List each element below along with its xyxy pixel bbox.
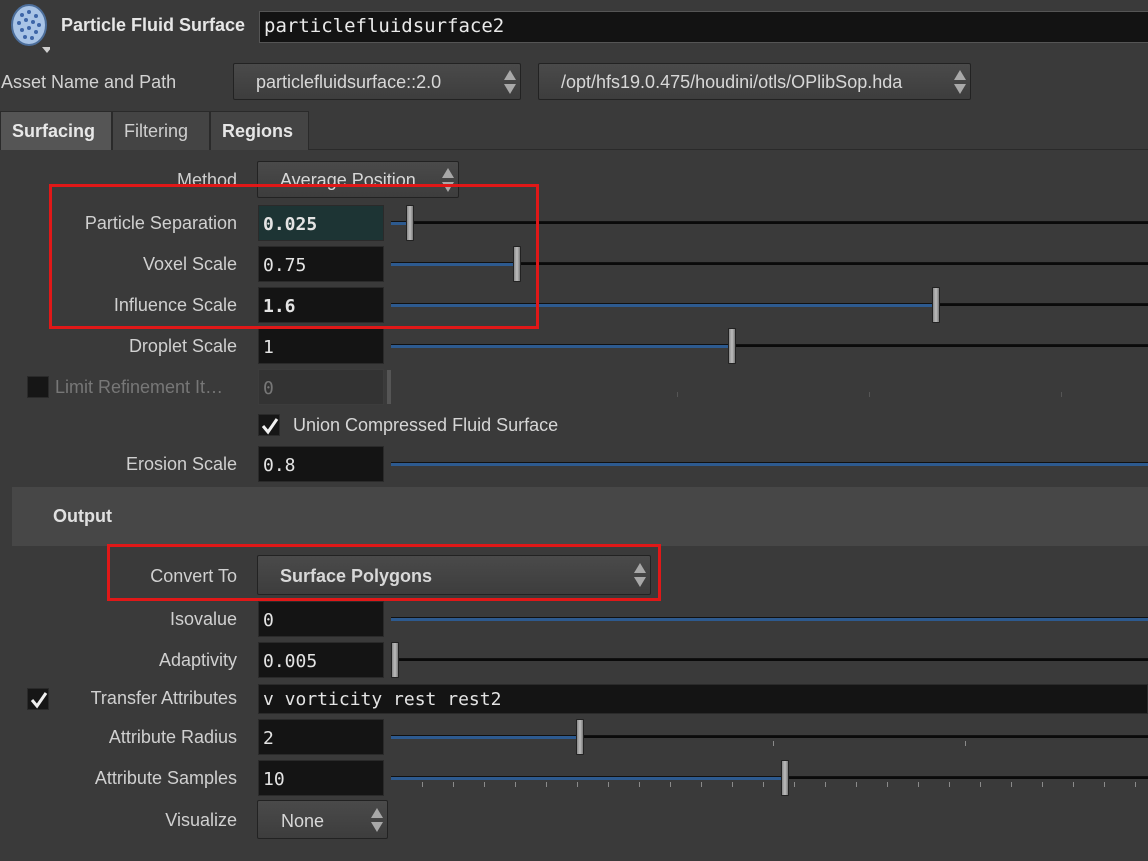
up-down-spinner-icon [952,68,968,96]
slider-tick [546,782,547,787]
asset-path-value: /opt/hfs19.0.475/houdini/otls/OPlibSop.h… [561,72,903,92]
disabled-slider-handle [387,370,391,404]
limit-refinement-label: Limit Refinement It… [55,377,224,397]
visualize-dropdown[interactable]: None [257,800,388,839]
slider-tick [825,782,826,787]
transfer-attributes-field[interactable]: v vorticity rest rest2 [258,684,1148,714]
slider-tick [918,782,919,787]
slider-tick [1104,782,1105,787]
slider-tick [1042,782,1043,787]
adaptivity-label: Adaptivity [158,650,237,670]
checkmark-icon [261,418,279,435]
union-compressed-checkbox[interactable] [258,414,280,436]
transfer-attributes-label: Transfer Attributes [90,688,237,708]
asset-path-dropdown[interactable]: /opt/hfs19.0.475/houdini/otls/OPlibSop.h… [538,63,971,100]
isovalue-slider[interactable] [391,617,1148,621]
slider-tick [1073,782,1074,787]
highlight-box-scale-params [49,184,539,329]
slider-tick [1135,782,1136,787]
slider-tick [608,782,609,787]
slider-handle[interactable] [781,760,789,796]
slider-tick [670,782,671,787]
slider-tick [577,782,578,787]
tab-regions[interactable]: Regions [210,111,309,150]
particle-fluid-node-icon[interactable] [8,3,52,53]
slider-tick [763,782,764,787]
droplet-scale-slider[interactable] [391,328,1148,364]
slider-tick [701,782,702,787]
droplet-scale-label: Droplet Scale [128,336,237,356]
union-compressed-label: Union Compressed Fluid Surface [293,415,559,435]
attribute-radius-ticks [391,741,1148,747]
slider-handle[interactable] [728,328,736,364]
isovalue-label: Isovalue [169,609,237,629]
slider-fill [391,777,785,780]
erosion-scale-slider[interactable] [391,462,1148,466]
slider-tick [484,782,485,787]
node-name-field[interactable]: particlefluidsurface2 [259,11,1148,43]
droplet-scale-field[interactable]: 1 [258,328,384,364]
slider-fill [391,345,732,348]
disabled-slider-ticks [391,392,1148,398]
tab-filtering[interactable]: Filtering [112,111,210,150]
slider-tick [980,782,981,787]
slider-tick [887,782,888,787]
asset-name-dropdown[interactable]: particlefluidsurface::2.0 [233,63,521,100]
slider-tick [1011,782,1012,787]
slider-handle[interactable] [932,287,940,323]
output-section-header[interactable] [12,487,1148,546]
output-section-label: Output [53,506,112,526]
slider-tick [453,782,454,787]
slider-fill [391,736,580,739]
attribute-samples-ticks [391,782,1148,788]
adaptivity-slider[interactable] [391,642,1148,678]
attribute-radius-field[interactable]: 2 [258,719,384,755]
asset-name-and-path-label: Asset Name and Path [1,72,177,92]
limit-refinement-field: 0 [258,369,384,405]
up-down-spinner-icon [502,68,518,96]
asset-name-value: particlefluidsurface::2.0 [256,72,442,92]
visualize-value: None [281,811,325,831]
slider-tick [794,782,795,787]
attribute-samples-field[interactable]: 10 [258,760,384,796]
slider-tick [422,782,423,787]
slider-fill [391,618,1148,621]
slider-handle[interactable] [576,719,584,755]
slider-tick [515,782,516,787]
visualize-label: Visualize [165,810,237,830]
tab-surfacing[interactable]: Surfacing [0,111,112,150]
node-type-label: Particle Fluid Surface [61,15,246,35]
bottom-strip [0,848,1148,861]
slider-fill [391,463,1148,466]
slider-tick [856,782,857,787]
slider-tick [949,782,950,787]
tab-bar: Surfacing Filtering Regions [0,111,1148,150]
up-down-spinner-icon [369,806,385,834]
adaptivity-field[interactable]: 0.005 [258,642,384,678]
slider-tick [732,782,733,787]
erosion-scale-label: Erosion Scale [125,454,237,474]
slider-handle[interactable] [391,642,399,678]
attribute-samples-slider[interactable] [391,760,1148,796]
attribute-samples-label: Attribute Samples [94,768,237,788]
highlight-box-convert-to [107,544,661,601]
limit-refinement-checkbox[interactable] [27,376,49,398]
attribute-radius-slider[interactable] [391,719,1148,755]
erosion-scale-field[interactable]: 0.8 [258,446,384,482]
attribute-radius-label: Attribute Radius [108,727,237,747]
isovalue-field[interactable]: 0 [258,601,384,637]
slider-tick [639,782,640,787]
